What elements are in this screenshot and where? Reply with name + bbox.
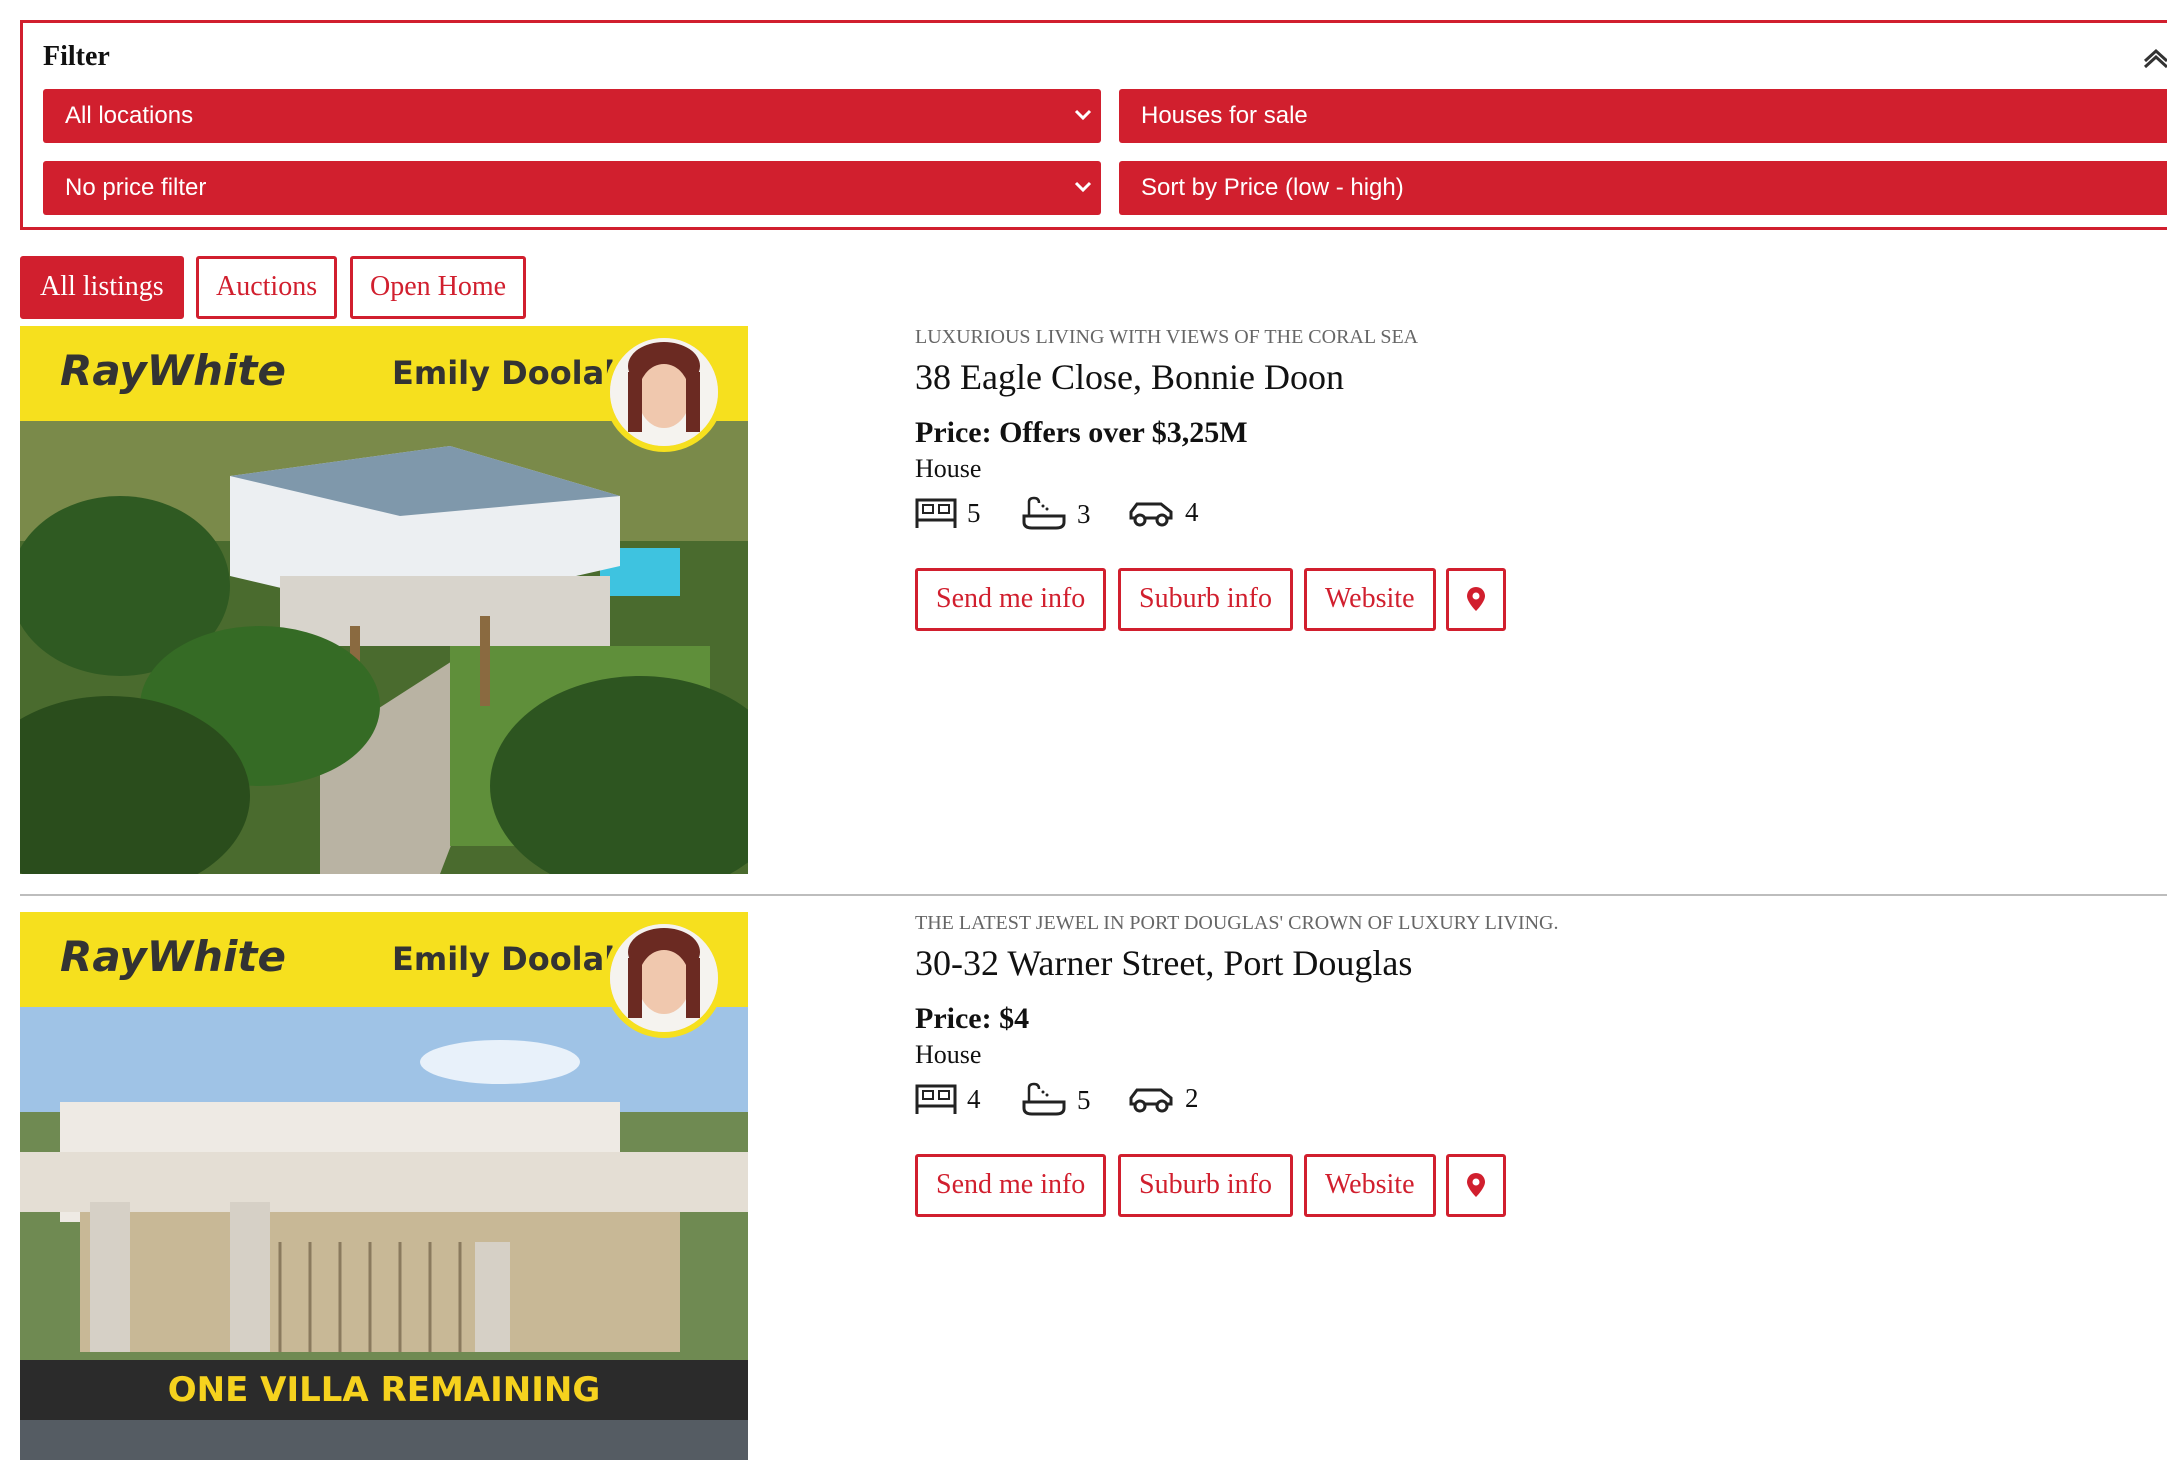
agent-name: Emily Doolah bbox=[392, 940, 628, 978]
filter-title: Filter bbox=[43, 41, 110, 72]
sort-select[interactable]: Sort by Price (low - high) bbox=[1119, 161, 2167, 215]
bedrooms-count: 5 bbox=[967, 497, 981, 528]
bathrooms: 5 bbox=[1021, 1082, 1091, 1118]
listing-address[interactable]: 30-32 Warner Street, Port Douglas bbox=[915, 942, 1412, 984]
website-button[interactable]: Website bbox=[1304, 1154, 1436, 1217]
bathrooms-count: 3 bbox=[1077, 498, 1091, 529]
tab-open-home[interactable]: Open Home bbox=[350, 256, 527, 319]
bedrooms-count: 4 bbox=[967, 1083, 981, 1114]
suburb-info-button[interactable]: Suburb info bbox=[1118, 1154, 1293, 1217]
car-spaces-count: 4 bbox=[1185, 496, 1199, 527]
bathrooms-count: 5 bbox=[1077, 1084, 1091, 1115]
listing-photo[interactable]: RayWhite Emily Doolah bbox=[20, 326, 748, 874]
avatar bbox=[604, 332, 724, 452]
bed-icon bbox=[915, 1084, 957, 1114]
price-select-value: No price filter bbox=[65, 174, 207, 201]
send-me-info-button[interactable]: Send me info bbox=[915, 1154, 1107, 1217]
filter-panel: Filter All locations Houses for sale No … bbox=[20, 20, 2167, 230]
send-me-info-button[interactable]: Send me info bbox=[915, 568, 1107, 631]
listing-address[interactable]: 38 Eagle Close, Bonnie Doon bbox=[915, 356, 1344, 398]
car-icon bbox=[1129, 502, 1173, 527]
suburb-info-button[interactable]: Suburb info bbox=[1118, 568, 1293, 631]
location-select[interactable]: All locations bbox=[43, 89, 1101, 143]
car-spaces: 4 bbox=[1127, 496, 1199, 528]
listing-tagline: THE LATEST JEWEL IN PORT DOUGLAS' CROWN … bbox=[915, 912, 1559, 934]
listings-page: Filter All locations Houses for sale No … bbox=[0, 0, 2167, 1473]
bedrooms: 5 bbox=[915, 496, 981, 530]
avatar bbox=[604, 918, 724, 1038]
tab-auctions[interactable]: Auctions bbox=[196, 256, 338, 319]
raywhite-logo: RayWhite bbox=[60, 932, 286, 981]
photo-caption: ONE VILLA REMAINING bbox=[20, 1360, 748, 1420]
category-select[interactable]: Houses for sale bbox=[1119, 89, 2167, 143]
website-button[interactable]: Website bbox=[1304, 568, 1436, 631]
sort-select-value: Sort by Price (low - high) bbox=[1141, 174, 1404, 201]
listing-type: House bbox=[915, 454, 982, 483]
listing-card: RayWhite Emily Doolah LUXURIOUS LIVING W… bbox=[0, 326, 2167, 874]
map-pin-icon bbox=[1467, 587, 1485, 611]
bath-icon bbox=[1022, 1082, 1066, 1116]
map-pin-icon bbox=[1467, 1173, 1485, 1197]
listing-photo[interactable]: RayWhite Emily Doolah ONE VILLA REMAININ… bbox=[20, 912, 748, 1460]
listing-card: RayWhite Emily Doolah ONE VILLA REMAININ… bbox=[0, 912, 2167, 1460]
agent-name: Emily Doolah bbox=[392, 354, 628, 392]
tab-all-listings[interactable]: All listings bbox=[20, 256, 184, 319]
listing-divider bbox=[20, 894, 2167, 896]
chevron-down-icon bbox=[1074, 109, 1092, 121]
listing-price: Price: $4 bbox=[915, 1002, 1030, 1035]
bath-icon bbox=[1022, 496, 1066, 530]
raywhite-logo: RayWhite bbox=[60, 346, 286, 395]
bathrooms: 3 bbox=[1021, 496, 1091, 532]
category-select-value: Houses for sale bbox=[1141, 102, 1308, 129]
price-select[interactable]: No price filter bbox=[43, 161, 1101, 215]
map-button[interactable] bbox=[1446, 1154, 1506, 1217]
listing-type: House bbox=[915, 1040, 982, 1069]
car-icon bbox=[1129, 1088, 1173, 1113]
chevron-down-icon bbox=[1074, 181, 1092, 193]
listing-price: Price: Offers over $3,25M bbox=[915, 416, 1248, 449]
chevron-up-icon[interactable] bbox=[2143, 47, 2167, 69]
listing-tagline: LUXURIOUS LIVING WITH VIEWS OF THE CORAL… bbox=[915, 326, 1419, 348]
car-spaces: 2 bbox=[1127, 1082, 1199, 1114]
car-spaces-count: 2 bbox=[1185, 1082, 1199, 1113]
map-button[interactable] bbox=[1446, 568, 1506, 631]
bed-icon bbox=[915, 498, 957, 528]
location-select-value: All locations bbox=[65, 102, 194, 129]
bedrooms: 4 bbox=[915, 1082, 981, 1116]
